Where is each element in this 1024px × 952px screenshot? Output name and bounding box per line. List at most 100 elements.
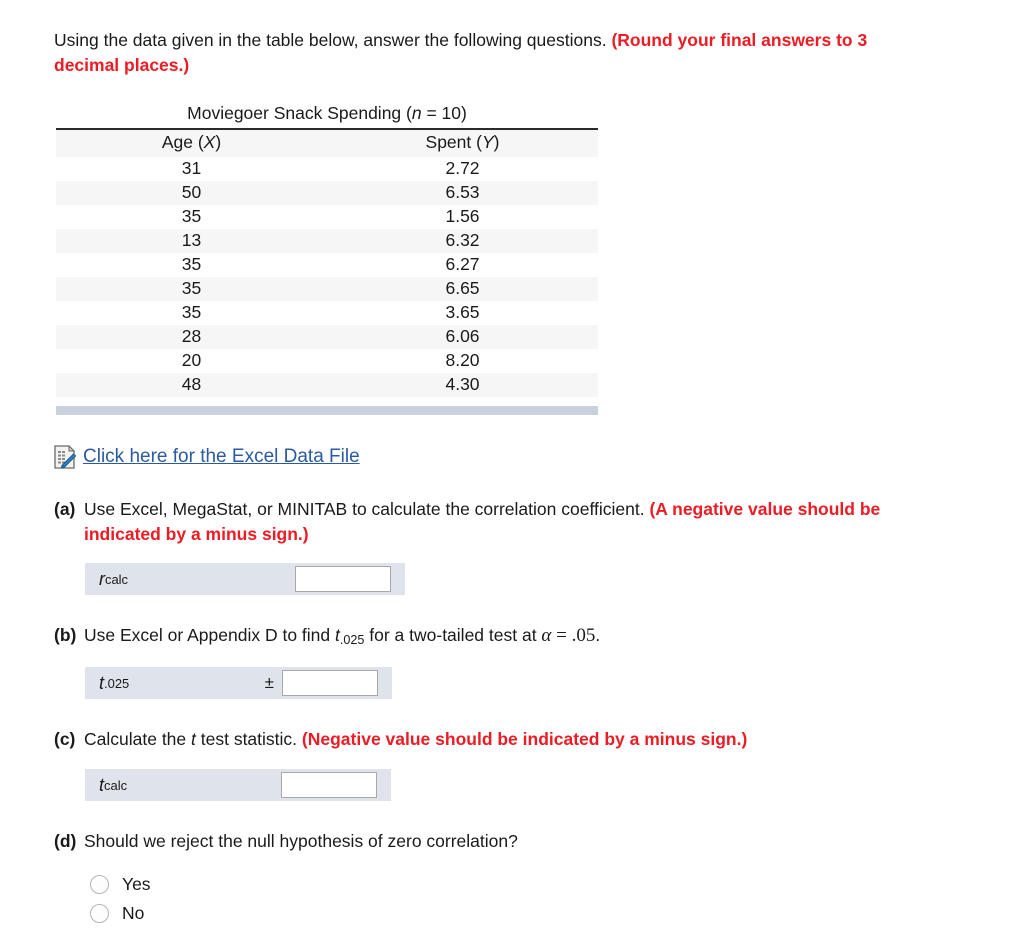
column-header-spent: Spent (Y) [327, 128, 598, 157]
question-d: (d) Should we reject the null hypothesis… [54, 829, 1016, 854]
question-a-text: Use Excel, MegaStat, or MINITAB to calcu… [84, 498, 645, 519]
t-calc-label: t calc [85, 769, 281, 801]
table-row: 48 4.30 [56, 372, 598, 397]
cell-age: 35 [56, 300, 327, 325]
table-title-prefix: Moviegoer Snack Spending ( [187, 102, 412, 123]
t-025-row-tail [378, 667, 392, 699]
column-header-age: Age (X) [56, 128, 327, 157]
radio-button-icon[interactable] [90, 875, 109, 895]
table-row: 28 6.06 [56, 324, 598, 349]
t-calc-label-subscript: calc [104, 777, 128, 793]
intro-note-line2: decimal places.) [54, 54, 190, 75]
table-row: 31 2.72 [56, 156, 598, 181]
alpha-symbol: α [541, 625, 552, 647]
table-title-row: Moviegoer Snack Spending (n = 10) [56, 99, 598, 130]
question-c-text-before: Calculate the [84, 729, 192, 750]
question-b-equals: = [551, 625, 572, 647]
cell-age: 35 [56, 204, 327, 229]
t-025-field-row: t .025 ± [85, 667, 392, 700]
cell-age: 35 [56, 252, 327, 277]
t-025-label: t .025 [85, 667, 229, 699]
cell-age: 35 [56, 276, 327, 301]
t-025-input[interactable] [282, 670, 378, 697]
excel-data-file-link[interactable]: Click here for the Excel Data File [83, 446, 360, 468]
question-d-text: Should we reject the null hypothesis of … [84, 831, 518, 852]
t-calc-input[interactable] [281, 772, 377, 799]
table-row: 35 3.65 [56, 300, 598, 325]
question-b-text-mid: for a two-tailed test at [364, 625, 542, 646]
table-footer-gap [56, 396, 598, 406]
question-b-period: . [595, 625, 601, 646]
cell-spent: 2.72 [327, 156, 598, 181]
reject-null-radio-group: Yes No [90, 874, 1024, 924]
cell-age: 20 [56, 348, 327, 373]
radio-option-label: No [122, 903, 145, 924]
cell-spent: 8.20 [327, 348, 598, 373]
question-c: (c) Calculate the t test statistic. (Neg… [54, 727, 1016, 752]
question-b-text-after-link: to find [277, 625, 335, 646]
table-title-italic-n: n [411, 102, 422, 123]
plus-minus-sign: ± [264, 673, 274, 693]
col-x-suffix: ) [215, 131, 222, 152]
col-y-italic: Y [481, 131, 494, 152]
question-d-marker: (d) [54, 831, 77, 852]
worksheet-page: Using the data given in the table below,… [0, 0, 1024, 952]
col-y-suffix: ) [493, 131, 500, 152]
col-x-prefix: Age ( [161, 131, 204, 152]
r-calc-label-subscript: calc [105, 571, 129, 587]
radio-option-yes[interactable]: Yes [90, 874, 1024, 895]
cell-age: 50 [56, 180, 327, 205]
cell-spent: 6.53 [327, 180, 598, 205]
question-b-alpha-value: .05 [571, 625, 596, 647]
t-025-label-subscript: .025 [104, 675, 130, 691]
cell-spent: 6.32 [327, 228, 598, 253]
cell-spent: 1.56 [327, 204, 598, 229]
cell-age: 48 [56, 372, 327, 397]
table-row: 35 1.56 [56, 204, 598, 229]
r-calc-label: r calc [85, 563, 295, 595]
moviegoer-snack-spending-table: Moviegoer Snack Spending (n = 10) Age (X… [56, 99, 598, 397]
table-row: 35 6.65 [56, 276, 598, 301]
question-b-marker: (b) [54, 625, 77, 646]
table-row: 50 6.53 [56, 180, 598, 205]
r-calc-field-row: r calc [85, 563, 405, 596]
excel-data-file-row[interactable]: Click here for the Excel Data File [54, 444, 1024, 469]
table-title-cell: Moviegoer Snack Spending (n = 10) [56, 99, 598, 130]
question-c-marker: (c) [54, 729, 76, 750]
t-calc-row-tail [377, 769, 391, 801]
intro-instructions: Using the data given in the table below,… [54, 28, 1006, 78]
appendix-d-link[interactable]: Appendix D [187, 625, 277, 645]
question-c-note: (Negative value should be indicated by a… [301, 729, 748, 750]
intro-text: Using the data given in the table below,… [54, 30, 607, 50]
cell-spent: 3.65 [327, 300, 598, 325]
cell-age: 28 [56, 324, 327, 349]
data-table-container: Moviegoer Snack Spending (n = 10) Age (X… [56, 99, 598, 415]
table-row: 35 6.27 [56, 252, 598, 277]
cell-spent: 6.65 [327, 276, 598, 301]
spreadsheet-document-icon [54, 444, 77, 469]
intro-note-line1: (Round your final answers to 3 [611, 30, 868, 50]
question-a-marker: (a) [54, 498, 76, 519]
table-row: 20 8.20 [56, 348, 598, 373]
question-c-text-after: test statistic. [195, 729, 298, 750]
question-a-note-line1: (A negative value should be [649, 498, 881, 519]
r-calc-row-tail [391, 563, 405, 595]
question-b: (b) Use Excel or Appendix D to find t.02… [54, 623, 1016, 650]
t-calc-field-row: t calc [85, 769, 391, 802]
radio-option-no[interactable]: No [90, 903, 1024, 924]
table-header-row: Age (X) Spent (Y) [56, 128, 598, 157]
radio-button-icon[interactable] [90, 904, 109, 924]
col-y-prefix: Spent ( [425, 131, 482, 152]
r-calc-input[interactable] [295, 566, 391, 593]
col-x-italic: X [203, 131, 216, 152]
cell-spent: 6.06 [327, 324, 598, 349]
radio-option-label: Yes [122, 874, 151, 895]
cell-age: 31 [56, 156, 327, 181]
table-title-suffix: = 10) [421, 102, 467, 123]
cell-spent: 4.30 [327, 372, 598, 397]
table-body: 31 2.72 50 6.53 35 1.56 13 6.32 35 6.27 35 6.65 35 3.… [56, 156, 598, 397]
table-row: 13 6.32 [56, 228, 598, 253]
table-footer-bar [56, 405, 598, 415]
question-a: (a) Use Excel, MegaStat, or MINITAB to c… [54, 497, 1016, 547]
cell-age: 13 [56, 228, 327, 253]
